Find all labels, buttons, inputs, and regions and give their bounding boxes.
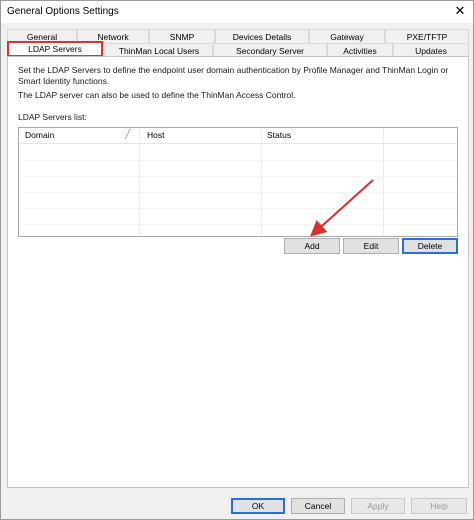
ldap-servers-panel: Set the LDAP Servers to define the endpo… [7,56,469,488]
ldap-access-control-note: The LDAP server can also be used to defi… [18,90,296,100]
ldap-description: Set the LDAP Servers to define the endpo… [18,65,449,86]
list-header: Domain ╱ Host Status [19,128,457,144]
column-domain[interactable]: Domain [25,130,54,140]
tab-gateway[interactable]: Gateway [309,29,385,43]
row-divider [19,208,457,209]
tab-thinman-local-users[interactable]: ThinMan Local Users [105,43,213,57]
row-divider [19,176,457,177]
column-divider [139,128,140,236]
help-button[interactable]: Help [411,498,467,514]
column-divider [261,128,262,236]
apply-button[interactable]: Apply [351,498,405,514]
tab-snmp[interactable]: SNMP [149,29,215,43]
tab-secondary-server[interactable]: Secondary Server [213,43,327,57]
row-divider [19,192,457,193]
delete-button[interactable]: Delete [402,238,458,254]
add-button[interactable]: Add [284,238,340,254]
column-status[interactable]: Status [267,130,291,140]
column-host[interactable]: Host [147,130,164,140]
tab-activities[interactable]: Activities [327,43,393,57]
window-title: General Options Settings [7,6,119,17]
row-divider [19,224,457,225]
edit-button[interactable]: Edit [343,238,399,254]
tab-updates[interactable]: Updates [393,43,469,57]
cancel-button[interactable]: Cancel [291,498,345,514]
close-icon[interactable]: ✕ [453,4,467,18]
title-bar: General Options Settings ✕ [1,1,473,23]
tab-devices-details[interactable]: Devices Details [215,29,309,43]
row-divider [19,160,457,161]
ldap-servers-list-label: LDAP Servers list: [18,112,87,122]
ldap-servers-list[interactable]: Domain ╱ Host Status [18,127,458,237]
ok-button[interactable]: OK [231,498,285,514]
general-options-dialog: General Options Settings ✕ General Netwo… [0,0,474,520]
sort-icon: ╱ [125,129,131,139]
column-divider [383,128,384,236]
tab-ldap-servers[interactable]: LDAP Servers [7,41,103,57]
tab-pxe-tftp[interactable]: PXE/TFTP [385,29,469,43]
